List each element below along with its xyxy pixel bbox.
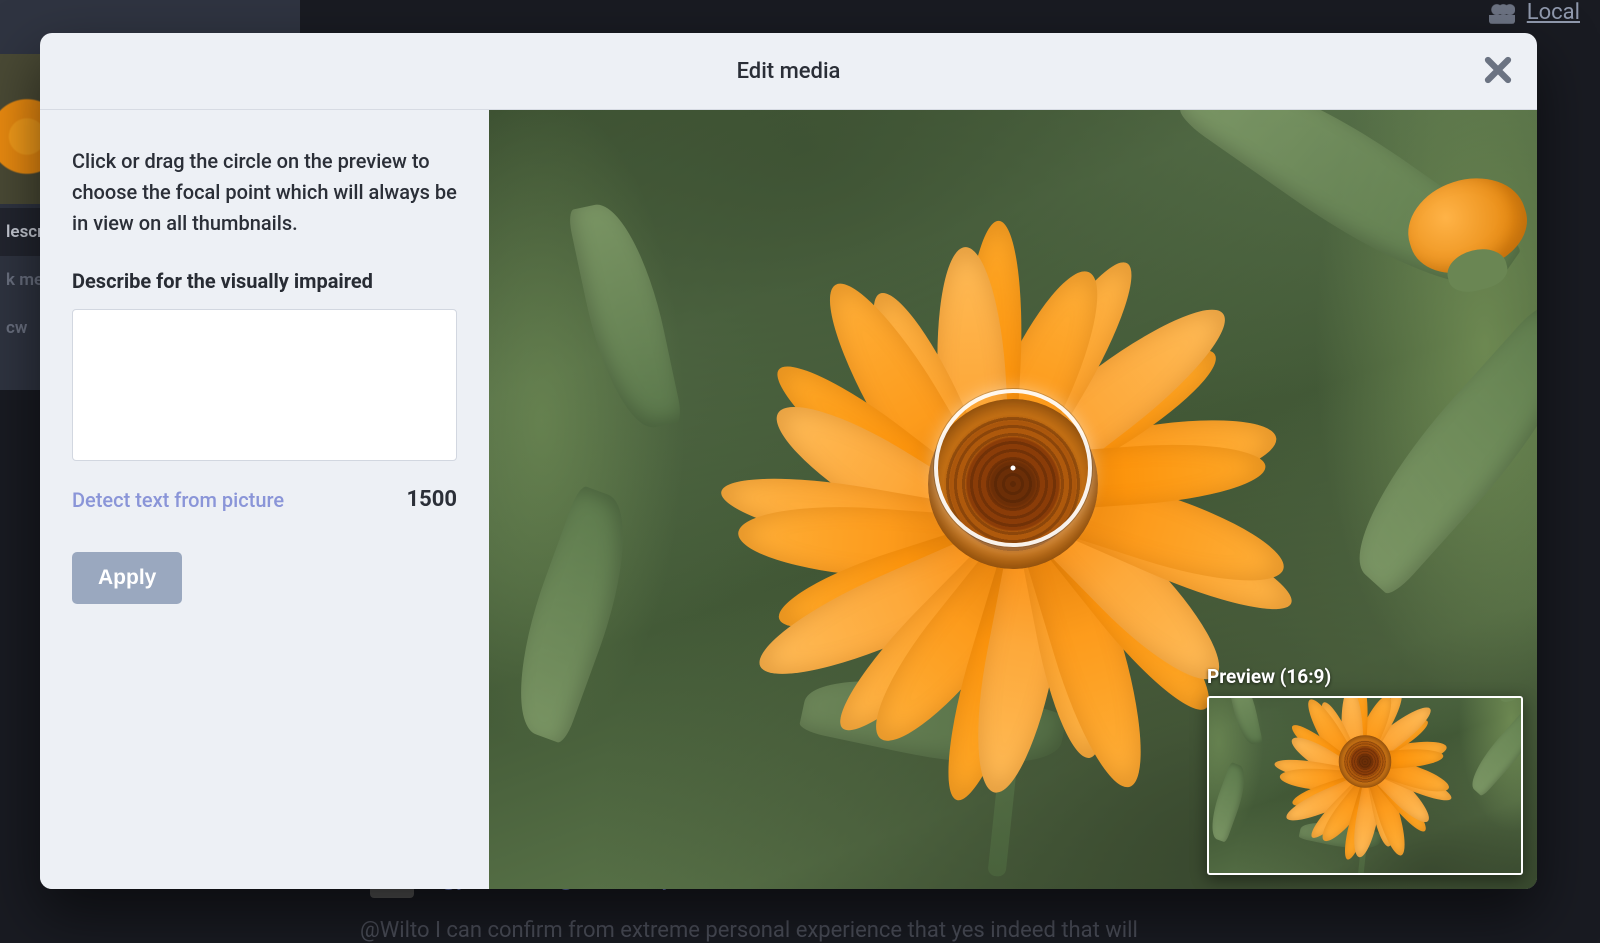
detect-text-link[interactable]: Detect text from picture [72,488,284,512]
under-textarea-row: Detect text from picture 1500 [72,487,457,512]
bg-post-body: @Wilto I can confirm from extreme person… [360,918,1138,943]
modal-body: Click or drag the circle on the preview … [40,110,1537,889]
close-icon [1483,55,1513,85]
users-icon [1489,2,1515,24]
modal-header: Edit media [40,33,1537,110]
focal-point-handle[interactable] [934,389,1092,547]
flower-bud [1377,140,1537,290]
left-panel: Click or drag the circle on the preview … [40,110,489,889]
char-count: 1500 [407,487,458,512]
close-button[interactable] [1483,55,1513,85]
preview-thumb-wrap: Preview (16:9) [1207,665,1519,875]
preview-thumb-label: Preview (16:9) [1207,665,1519,688]
preview-thumbnail [1207,696,1523,875]
edit-media-modal: Edit media Click or drag the circle on t… [40,33,1537,889]
bg-nav-local[interactable]: Local [1489,0,1580,25]
focal-preview-area[interactable]: Preview (16:9) [489,110,1537,889]
apply-button[interactable]: Apply [72,552,182,604]
modal-title: Edit media [737,59,841,84]
focal-instructions: Click or drag the circle on the preview … [72,146,457,239]
bg-attachment-thumb [0,54,45,204]
focal-point-dot [1011,466,1016,471]
bg-nav-local-label: Local [1527,0,1580,25]
description-input[interactable] [72,309,457,461]
describe-label: Describe for the visually impaired [72,269,457,293]
